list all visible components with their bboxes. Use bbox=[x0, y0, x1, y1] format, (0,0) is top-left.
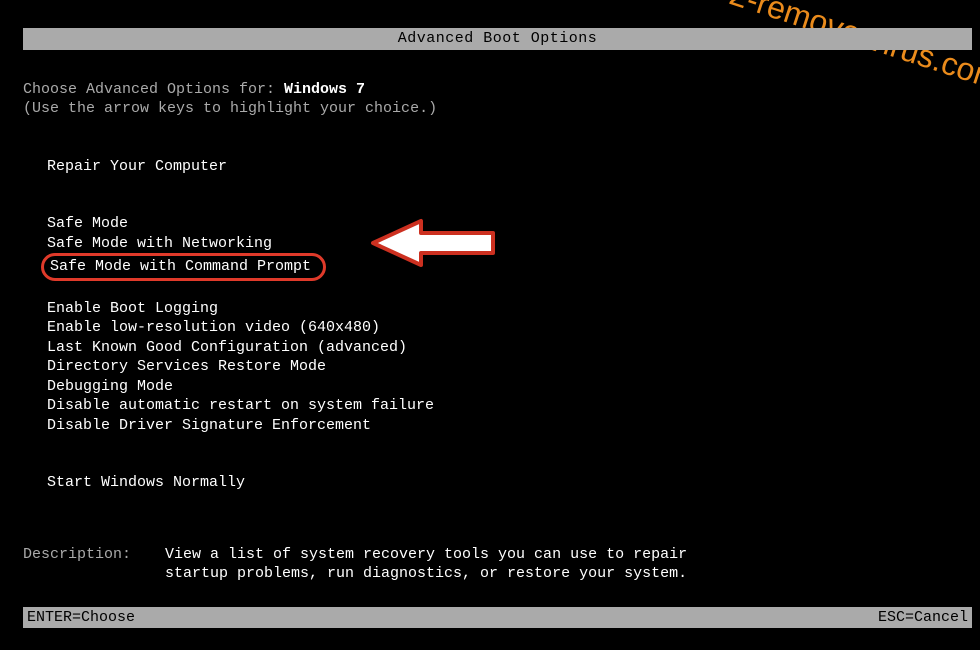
boot-screen: Advanced Boot Options Choose Advanced Op… bbox=[23, 28, 972, 650]
menu-item-directory-services[interactable]: Directory Services Restore Mode bbox=[47, 357, 972, 377]
repair-computer-item[interactable]: Repair Your Computer bbox=[47, 157, 972, 177]
menu-item-low-res-video[interactable]: Enable low-resolution video (640x480) bbox=[47, 318, 972, 338]
description-text: View a list of system recovery tools you… bbox=[165, 545, 725, 584]
menu-item-safe-mode-command-prompt[interactable]: Safe Mode with Command Prompt bbox=[41, 253, 326, 281]
menu-group-options: Enable Boot Logging Enable low-resolutio… bbox=[47, 299, 972, 436]
menu-group-normal: Start Windows Normally bbox=[47, 473, 972, 493]
description-block: Description: View a list of system recov… bbox=[23, 545, 972, 584]
description-label: Description: bbox=[23, 545, 135, 584]
hint-line: (Use the arrow keys to highlight your ch… bbox=[23, 99, 972, 119]
menu-item-safe-mode-networking[interactable]: Safe Mode with Networking bbox=[47, 234, 972, 254]
menu-group-safemode: Safe Mode Safe Mode with Networking Safe… bbox=[47, 214, 972, 281]
os-name: Windows 7 bbox=[284, 81, 365, 98]
choose-prefix: Choose Advanced Options for: bbox=[23, 81, 284, 98]
menu-item-debugging-mode[interactable]: Debugging Mode bbox=[47, 377, 972, 397]
choose-line: Choose Advanced Options for: Windows 7 bbox=[23, 80, 972, 100]
title-bar: Advanced Boot Options bbox=[23, 28, 972, 50]
menu-item-disable-auto-restart[interactable]: Disable automatic restart on system fail… bbox=[47, 396, 972, 416]
content-area: Choose Advanced Options for: Windows 7 (… bbox=[23, 80, 972, 584]
menu-item-safe-mode[interactable]: Safe Mode bbox=[47, 214, 972, 234]
status-enter: ENTER=Choose bbox=[27, 608, 135, 628]
menu-item-disable-driver-sig[interactable]: Disable Driver Signature Enforcement bbox=[47, 416, 972, 436]
status-esc: ESC=Cancel bbox=[878, 608, 968, 628]
status-bar: ENTER=Choose ESC=Cancel bbox=[23, 607, 972, 629]
menu-item-boot-logging[interactable]: Enable Boot Logging bbox=[47, 299, 972, 319]
menu-item-start-normally[interactable]: Start Windows Normally bbox=[47, 473, 972, 493]
menu-item-last-known-good[interactable]: Last Known Good Configuration (advanced) bbox=[47, 338, 972, 358]
